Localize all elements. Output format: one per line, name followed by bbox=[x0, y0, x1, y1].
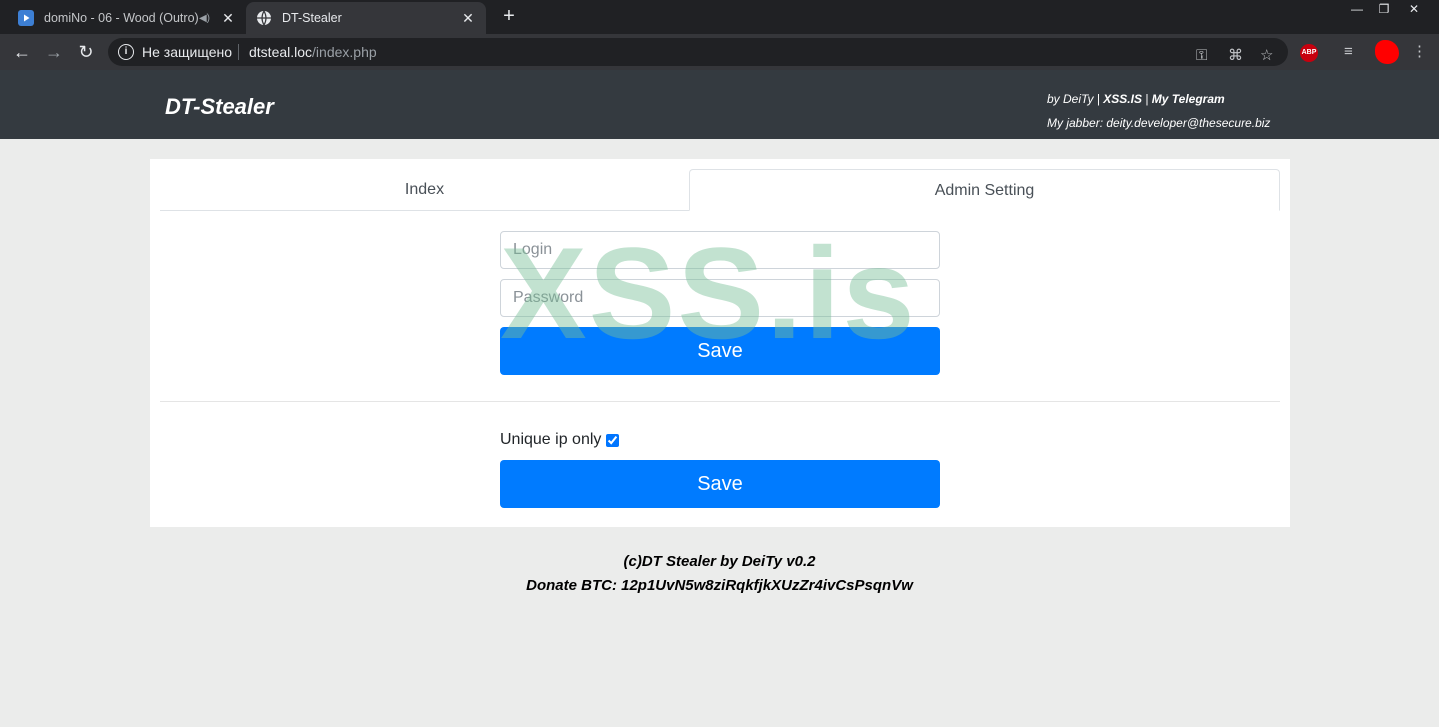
profile-avatar[interactable] bbox=[1375, 40, 1399, 64]
key-icon[interactable]: ⚿ bbox=[1196, 47, 1207, 65]
tab-title: DT-Stealer bbox=[282, 11, 342, 25]
youtube-play-icon bbox=[18, 10, 34, 26]
close-tab-icon[interactable]: ✕ bbox=[220, 10, 236, 27]
reload-icon[interactable]: ↻ bbox=[76, 42, 96, 62]
globe-icon bbox=[257, 10, 271, 26]
divider bbox=[160, 401, 1280, 402]
restore-button[interactable]: ❐ bbox=[1370, 0, 1398, 20]
xss-link[interactable]: XSS.IS bbox=[1103, 92, 1142, 106]
tab-index[interactable]: Index bbox=[160, 169, 689, 210]
browser-tab-youtube[interactable]: domiNo - 06 - Wood (Outro) ◀) ✕ bbox=[8, 2, 246, 34]
adblock-icon[interactable]: ABP bbox=[1300, 44, 1318, 62]
jabber-text: My jabber: deity.developer@thesecure.biz bbox=[1047, 116, 1271, 130]
translate-icon[interactable]: ⌘ bbox=[1228, 47, 1243, 65]
save-settings-button[interactable]: Save bbox=[500, 460, 940, 508]
browser-tab-dt-stealer[interactable]: DT-Stealer ✕ bbox=[246, 2, 486, 34]
info-icon[interactable]: i bbox=[118, 44, 134, 60]
speaker-icon[interactable]: ◀) bbox=[199, 13, 210, 24]
main-card: Index Admin Setting Save Unique ip only … bbox=[150, 159, 1290, 527]
credits-by: by DeiTy bbox=[1047, 92, 1094, 106]
unique-ip-checkbox[interactable] bbox=[606, 433, 620, 447]
forward-arrow-icon[interactable]: → bbox=[44, 42, 64, 62]
copyright-text: (c)DT Stealer by DeiTy v0.2 bbox=[623, 553, 816, 570]
minimize-button[interactable]: — bbox=[1343, 0, 1371, 20]
tab-admin-setting[interactable]: Admin Setting bbox=[689, 169, 1280, 211]
telegram-link[interactable]: My Telegram bbox=[1152, 92, 1225, 106]
url-text[interactable]: dtsteal.loc/index.php bbox=[249, 44, 377, 60]
browser-toolbar: ← → ↻ i Не защищено dtsteal.loc/index.ph… bbox=[0, 34, 1439, 70]
omnibox-divider bbox=[238, 44, 239, 60]
separator: | bbox=[1145, 92, 1149, 106]
login-input[interactable] bbox=[500, 231, 940, 269]
security-label[interactable]: Не защищено bbox=[142, 44, 232, 60]
brand-title[interactable]: DT-Stealer bbox=[165, 94, 274, 120]
tab-title: domiNo - 06 - Wood (Outro) bbox=[44, 11, 199, 25]
footer: (c)DT Stealer by DeiTy v0.2 Donate BTC: … bbox=[0, 550, 1439, 598]
media-queue-icon[interactable]: ≡ bbox=[1344, 43, 1353, 61]
credits: by DeiTy | XSS.IS | My Telegram My jabbe… bbox=[1047, 87, 1270, 135]
address-bar[interactable]: i Не защищено dtsteal.loc/index.php ⚿ ⌘ … bbox=[108, 38, 1288, 66]
star-icon[interactable]: ☆ bbox=[1260, 47, 1273, 65]
separator: | bbox=[1096, 92, 1100, 106]
close-window-button[interactable]: ✕ bbox=[1400, 0, 1428, 20]
password-input[interactable] bbox=[500, 279, 940, 317]
new-tab-button[interactable]: + bbox=[498, 6, 520, 28]
nav-tabs: Index Admin Setting bbox=[160, 169, 1280, 211]
unique-ip-row: Unique ip only bbox=[500, 431, 620, 449]
menu-kebab-icon[interactable]: ⋮ bbox=[1412, 43, 1427, 61]
unique-ip-label: Unique ip only bbox=[500, 431, 602, 448]
back-arrow-icon[interactable]: ← bbox=[12, 42, 32, 62]
browser-tab-bar: domiNo - 06 - Wood (Outro) ◀) ✕ DT-Steal… bbox=[0, 0, 1439, 34]
site-header: DT-Stealer by DeiTy | XSS.IS | My Telegr… bbox=[0, 70, 1439, 139]
close-tab-icon[interactable]: ✕ bbox=[460, 10, 476, 27]
donate-text: Donate BTC: 12p1UvN5w8ziRqkfjkXUzZr4ivCs… bbox=[526, 577, 913, 594]
save-credentials-button[interactable]: Save bbox=[500, 327, 940, 375]
